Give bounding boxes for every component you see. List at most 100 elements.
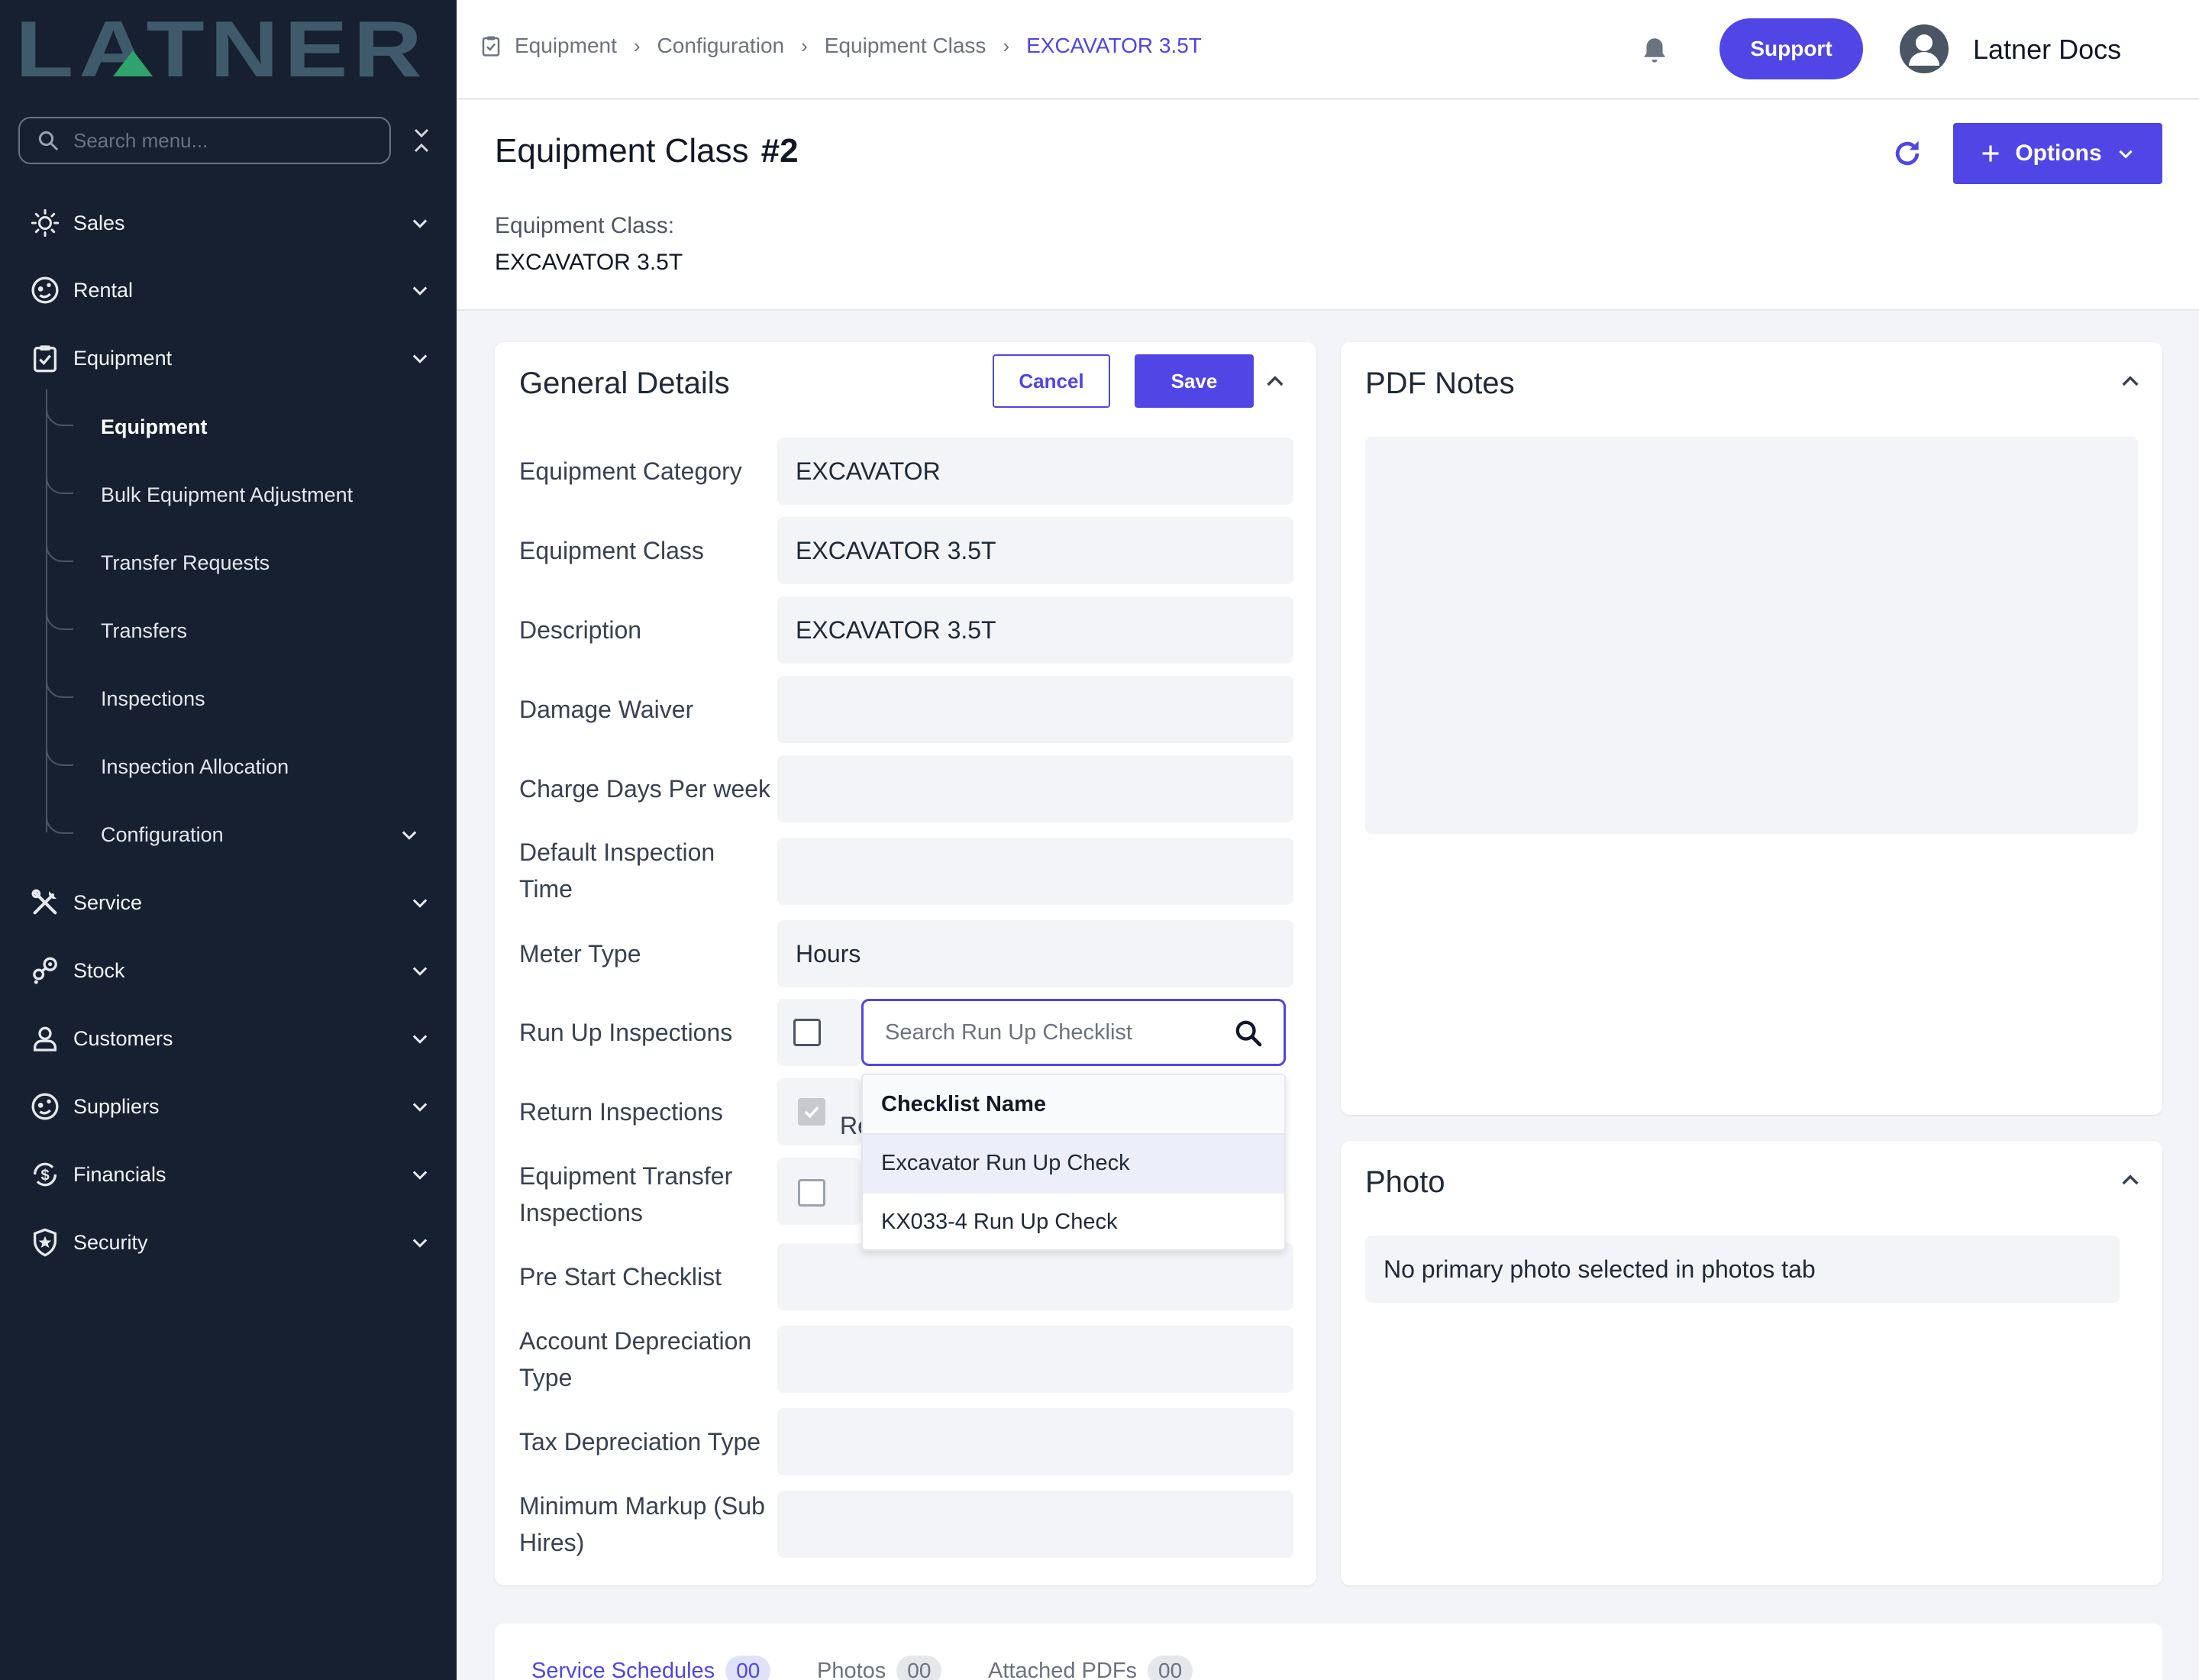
options-label: Options: [2015, 141, 2102, 166]
sidebar-item-service[interactable]: Service: [0, 872, 457, 933]
tools-icon: [29, 887, 61, 919]
collapse-sidebar-button[interactable]: [406, 122, 437, 159]
clipboard-icon: [29, 342, 61, 374]
chevron-up-icon[interactable]: [1263, 370, 1287, 394]
return-checkbox[interactable]: [798, 1098, 825, 1126]
run-up-checkbox[interactable]: [793, 1019, 821, 1046]
chevron-down-icon: [412, 899, 428, 908]
tax-depreciation-label: Tax Depreciation Type: [519, 1428, 761, 1455]
description-field[interactable]: EXCAVATOR 3.5T: [777, 596, 1293, 664]
general-details-title: General Details: [519, 367, 730, 400]
charge-days-label: Charge Days Per week: [519, 775, 771, 803]
account-depreciation-field[interactable]: [777, 1326, 1293, 1393]
tree-branch: [46, 541, 73, 562]
chevron-down-icon: [412, 286, 428, 296]
transfer-checkbox[interactable]: [798, 1179, 825, 1207]
user-name[interactable]: Latner Docs: [1973, 34, 2121, 66]
meter-type-label: Meter Type: [519, 940, 641, 968]
chevron-right-icon: ›: [801, 34, 808, 57]
chevron-down-icon: [412, 1103, 428, 1112]
breadcrumb-equipment[interactable]: Equipment: [515, 34, 617, 58]
run-up-checklist-dropdown: Checklist Name Excavator Run Up Check KX…: [861, 1074, 1286, 1251]
cancel-button[interactable]: Cancel: [993, 354, 1110, 408]
tree-branch: [46, 745, 73, 766]
minimum-markup-field[interactable]: [777, 1491, 1293, 1558]
latner-logo[interactable]: LATNER: [15, 14, 428, 84]
svg-text:LATNER: LATNER: [15, 14, 428, 84]
sidebar-subitem-equipment[interactable]: Equipment: [101, 404, 208, 450]
run-up-checklist-search[interactable]: Search Run Up Checklist: [861, 999, 1286, 1066]
stock-icon: [29, 955, 61, 987]
breadcrumb-equipment-class[interactable]: Equipment Class: [825, 34, 986, 58]
minimum-markup-label: Minimum Markup (Sub Hires): [519, 1492, 765, 1556]
tab-photos[interactable]: Photos 00: [817, 1656, 942, 1680]
page-title: Equipment Class #2: [495, 132, 799, 170]
charge-days-field[interactable]: [777, 755, 1293, 822]
equipment-class-field[interactable]: EXCAVATOR 3.5T: [777, 517, 1293, 584]
refresh-icon[interactable]: [1891, 137, 1924, 170]
dropdown-option[interactable]: KX033-4 Run Up Check: [863, 1194, 1284, 1249]
photo-title: Photo: [1365, 1165, 1445, 1199]
sidebar-subitem-inspections[interactable]: Inspections: [101, 676, 205, 722]
inspection-time-field[interactable]: [777, 838, 1293, 905]
sidebar-subitem-transfer-requests[interactable]: Transfer Requests: [101, 540, 270, 586]
search-icon: [38, 131, 58, 150]
tab-count-badge: 00: [1148, 1656, 1193, 1680]
chevron-right-icon: ›: [1003, 34, 1010, 57]
support-button[interactable]: Support: [1719, 18, 1863, 79]
sidebar-item-label: Service: [73, 890, 143, 914]
pdf-notes-title: PDF Notes: [1365, 367, 1515, 400]
tab-service-schedules[interactable]: Service Schedules 00: [531, 1656, 771, 1680]
chevron-down-icon: [2119, 150, 2133, 159]
sidebar-item-label: Financials: [73, 1162, 166, 1186]
options-button[interactable]: Options: [1953, 123, 2162, 184]
damage-waiver-field[interactable]: [777, 676, 1293, 743]
dropdown-option[interactable]: Excavator Run Up Check: [863, 1135, 1284, 1194]
description-label: Description: [519, 616, 642, 644]
sidebar-subitem-inspection-allocation[interactable]: Inspection Allocation: [101, 744, 289, 790]
menu-search-input[interactable]: Search menu...: [18, 117, 391, 164]
no-photo-message: No primary photo selected in photos tab: [1365, 1236, 2120, 1303]
sidebar-subitem-transfers[interactable]: Transfers: [101, 608, 187, 654]
equipment-category-label: Equipment Category: [519, 457, 742, 485]
sidebar-item-security[interactable]: Security: [0, 1212, 457, 1273]
chevron-up-icon[interactable]: [2118, 370, 2142, 394]
sidebar-item-stock[interactable]: Stock: [0, 940, 457, 1001]
page-title-number: #2: [760, 132, 799, 170]
tab-label: Photos: [817, 1658, 886, 1680]
chevron-down-icon: [412, 219, 428, 228]
sidebar-item-customers[interactable]: Customers: [0, 1008, 457, 1069]
sidebar-item-rental[interactable]: Rental: [0, 260, 457, 321]
sidebar-subitem-bulk-equipment-adjustment[interactable]: Bulk Equipment Adjustment: [101, 472, 353, 518]
tab-count-badge: 00: [896, 1656, 942, 1680]
equipment-category-field[interactable]: EXCAVATOR: [777, 438, 1293, 505]
bell-icon[interactable]: [1639, 34, 1671, 67]
dropdown-header: Checklist Name: [863, 1075, 1284, 1135]
breadcrumb-configuration[interactable]: Configuration: [657, 34, 785, 58]
sidebar-item-suppliers[interactable]: Suppliers: [0, 1076, 457, 1137]
tree-branch: [46, 405, 73, 426]
transfer-inspections-label: Equipment Transfer Inspections: [519, 1162, 733, 1226]
sidebar-item-label: Security: [73, 1230, 148, 1254]
chevron-down-icon: [412, 1239, 428, 1248]
sidebar-item-sales[interactable]: Sales: [0, 192, 457, 254]
search-icon[interactable]: [1233, 1018, 1264, 1048]
sidebar-item-equipment[interactable]: Equipment: [0, 328, 457, 389]
tax-depreciation-field[interactable]: [777, 1408, 1293, 1475]
tab-attached-pdfs[interactable]: Attached PDFs 00: [988, 1656, 1193, 1680]
pre-start-field[interactable]: [777, 1243, 1293, 1310]
avatar[interactable]: [1900, 24, 1949, 73]
tab-count-badge: 00: [725, 1656, 771, 1680]
suppliers-icon: [29, 1090, 61, 1123]
save-button[interactable]: Save: [1135, 354, 1254, 408]
sidebar-item-financials[interactable]: $ Financials: [0, 1144, 457, 1205]
chevron-down-icon: [412, 967, 428, 976]
chevron-up-icon[interactable]: [2118, 1168, 2142, 1193]
meter-type-field[interactable]: Hours: [777, 920, 1293, 987]
tree-branch: [46, 677, 73, 698]
chevron-down-icon: [412, 1035, 428, 1044]
sidebar: LATNER Search menu... Sales Rental Equip…: [0, 0, 457, 1680]
sidebar-subitem-configuration[interactable]: Configuration: [101, 812, 421, 858]
breadcrumb-current: EXCAVATOR 3.5T: [1026, 34, 1202, 57]
pdf-notes-editor[interactable]: [1365, 437, 2138, 834]
